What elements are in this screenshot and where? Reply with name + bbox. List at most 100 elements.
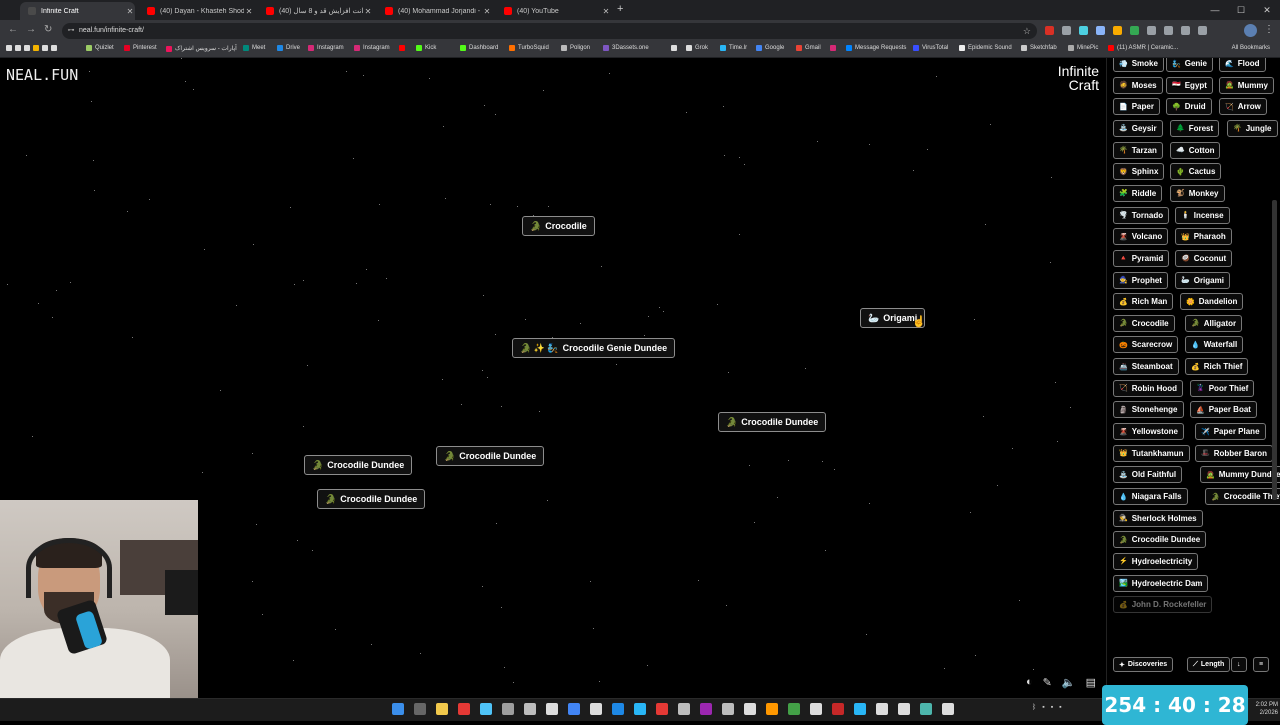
sidebar-item[interactable]: 👑 Pharaoh — [1175, 228, 1232, 246]
sidebar-item[interactable]: 📄 Paper — [1113, 98, 1160, 116]
canvas-item-crocodile[interactable]: 🐊 Crocodile — [522, 216, 595, 236]
app-icon[interactable] — [876, 703, 888, 715]
bookmark-star-icon[interactable]: ☆ — [1023, 23, 1031, 39]
bookmark-item[interactable]: Kick — [416, 45, 436, 51]
extension-icon[interactable] — [1062, 26, 1071, 35]
sort-length-button[interactable]: ⟋ Length — [1187, 657, 1231, 672]
app-icon[interactable] — [722, 703, 734, 715]
items-sidebar[interactable]: 💨 Smoke 🧞 Genie 🌊 Flood 🧔 Moses 🇪🇬 Egypt 🧟 Mummy 📄 Pa… — [1106, 58, 1280, 698]
bookmark-item[interactable]: Google — [756, 45, 784, 51]
app-icon[interactable] — [458, 703, 470, 715]
bookmark-item[interactable] — [671, 45, 680, 51]
bookmark-item[interactable]: Quizlet — [86, 45, 114, 51]
maximize-icon[interactable]: ☐ — [1228, 0, 1254, 20]
discoveries-button[interactable]: ✦ Discoveries — [1113, 657, 1174, 672]
sound-icon[interactable]: 🔈 — [1062, 676, 1076, 689]
bookmark-item[interactable]: Poligon — [561, 45, 590, 51]
sidebar-item[interactable]: 🐒 Monkey — [1170, 184, 1225, 202]
bookmark-item[interactable]: 3Dassets.one — [603, 45, 649, 51]
all-bookmarks[interactable]: All Bookmarks — [1232, 45, 1270, 51]
sidebar-item[interactable]: 🏹 Robin Hood — [1113, 379, 1184, 397]
app-icon[interactable] — [788, 703, 800, 715]
telegram-icon[interactable] — [634, 703, 646, 715]
app-icon[interactable] — [854, 703, 866, 715]
bookmark-item[interactable]: Pinterest — [124, 45, 157, 51]
app-icon[interactable] — [678, 703, 690, 715]
bookmark-item[interactable]: Grok — [686, 45, 708, 51]
sidebar-item[interactable]: 🗿 Stonehenge — [1113, 401, 1184, 419]
canvas-item-crocodile-dundee[interactable]: 🐊 Crocodile Dundee — [317, 489, 426, 509]
url-input[interactable]: ⊶ neal.fun/infinite-craft/ ☆ — [62, 23, 1037, 39]
forward-icon[interactable]: → — [26, 24, 36, 35]
tab-close-icon[interactable]: ✕ — [363, 7, 373, 16]
info-icon[interactable]: ▤ — [1086, 676, 1096, 689]
bookmark-item[interactable]: VirusTotal — [913, 45, 948, 51]
browser-tab-1[interactable]: (40) Dayan - Khasteh Shodi ✕ — [139, 2, 254, 20]
sidebar-item[interactable]: 🏹 Arrow — [1219, 98, 1267, 116]
app-icon[interactable] — [898, 703, 910, 715]
dark-mode-icon[interactable]: ◐ — [1026, 676, 1033, 689]
tray-app-icon[interactable]: ▪ — [1059, 704, 1061, 711]
app-icon[interactable] — [942, 703, 954, 715]
sidebar-item[interactable]: ⛲ Geysir — [1113, 119, 1163, 137]
bookmark-item[interactable] — [830, 45, 839, 51]
browser-menu-icon[interactable]: ⋮ — [1264, 24, 1274, 35]
bookmark-item[interactable] — [399, 45, 408, 51]
bookmark-item[interactable]: Message Requests — [846, 45, 906, 51]
sidebar-item[interactable]: 🧩 Riddle — [1113, 184, 1163, 202]
sidebar-item[interactable]: 🔺 Pyramid — [1113, 249, 1170, 267]
sidebar-item[interactable]: 🐊 Crocodile Dundee — [1113, 531, 1207, 549]
minimize-icon[interactable]: — — [1202, 0, 1228, 20]
extension-icon[interactable] — [1113, 26, 1122, 35]
sidebar-item[interactable]: 💰 Rich Man — [1113, 293, 1174, 311]
new-tab-icon[interactable]: + — [617, 3, 623, 15]
browser-tab-4[interactable]: (40) YouTube ✕ — [496, 2, 611, 20]
tab-close-icon[interactable]: ✕ — [601, 7, 611, 16]
tab-close-icon[interactable]: ✕ — [244, 7, 254, 16]
app-icon[interactable] — [920, 703, 932, 715]
bookmark-item[interactable]: Meet — [243, 45, 265, 51]
close-window-icon[interactable]: ✕ — [1254, 0, 1280, 20]
reload-icon[interactable]: ↻ — [44, 24, 52, 35]
sidebar-item[interactable]: 🦢 Origami — [1175, 271, 1230, 289]
bluetooth-icon[interactable]: ᛒ — [1032, 704, 1036, 711]
sidebar-item[interactable]: 🚢 Steamboat — [1113, 358, 1179, 376]
sidebar-item[interactable]: 🕵️ Sherlock Holmes — [1113, 509, 1203, 527]
bookmark-item[interactable]: (11) ASMR | Ceramic... — [1108, 45, 1178, 51]
app-icon[interactable] — [612, 703, 624, 715]
browser-tab-0[interactable]: Infinite Craft ✕ — [20, 2, 135, 20]
canvas-item-crocodile-dundee[interactable]: 🐊 Crocodile Dundee — [436, 446, 545, 466]
bookmark-item[interactable]: TurboSquid — [509, 45, 549, 51]
neal-fun-logo[interactable]: NEAL.FUN — [6, 66, 78, 84]
start-icon[interactable] — [392, 703, 404, 715]
extension-icon[interactable] — [1130, 26, 1139, 35]
app-icon[interactable] — [832, 703, 844, 715]
bookmark-item[interactable]: آپارات - سرویس اشتراک — [166, 45, 237, 52]
app-icon[interactable] — [766, 703, 778, 715]
sidebar-item[interactable]: 💰 John D. Rockefeller — [1113, 596, 1213, 614]
sidebar-item[interactable]: 🏞️ Hydroelectric Dam — [1113, 574, 1209, 592]
app-icon[interactable] — [656, 703, 668, 715]
sidebar-item[interactable]: 🕯️ Incense — [1175, 206, 1230, 224]
sidebar-item[interactable]: 🦁 Sphinx — [1113, 163, 1165, 181]
sidebar-item[interactable]: 🌊 Flood — [1219, 58, 1266, 72]
bookmark-item[interactable]: Sketchfab — [1021, 45, 1057, 51]
sidebar-item[interactable]: 💧 Waterfall — [1185, 336, 1244, 354]
sidebar-item[interactable]: 🧟 Mummy — [1219, 76, 1274, 94]
sidebar-item[interactable]: 🌵 Cactus — [1170, 163, 1222, 181]
extension-icon[interactable] — [1164, 26, 1173, 35]
app-icon[interactable] — [590, 703, 602, 715]
sidebar-item[interactable]: ✈️ Paper Plane — [1195, 423, 1266, 441]
sidebar-item[interactable]: 💧 Niagara Falls — [1113, 488, 1188, 505]
extension-icon[interactable] — [1147, 26, 1156, 35]
bookmark-item[interactable]: Epidemic Sound — [959, 45, 1012, 51]
sidebar-item[interactable]: 🎩 Robber Baron — [1195, 444, 1274, 462]
chrome-icon[interactable] — [568, 703, 580, 715]
system-clock[interactable]: 2:02 PM 2/2026 — [1250, 701, 1278, 717]
sidebar-item[interactable]: 🌼 Dandelion — [1180, 293, 1244, 311]
sidebar-item[interactable]: 🌪️ Tornado — [1113, 206, 1170, 224]
bookmark-item[interactable]: Gmail — [796, 45, 821, 51]
sidebar-item[interactable]: 🌳 Druid — [1166, 98, 1212, 116]
canvas-item-crocodile-dundee[interactable]: 🐊 Crocodile Dundee — [304, 455, 413, 475]
extension-icon[interactable] — [1096, 26, 1105, 35]
